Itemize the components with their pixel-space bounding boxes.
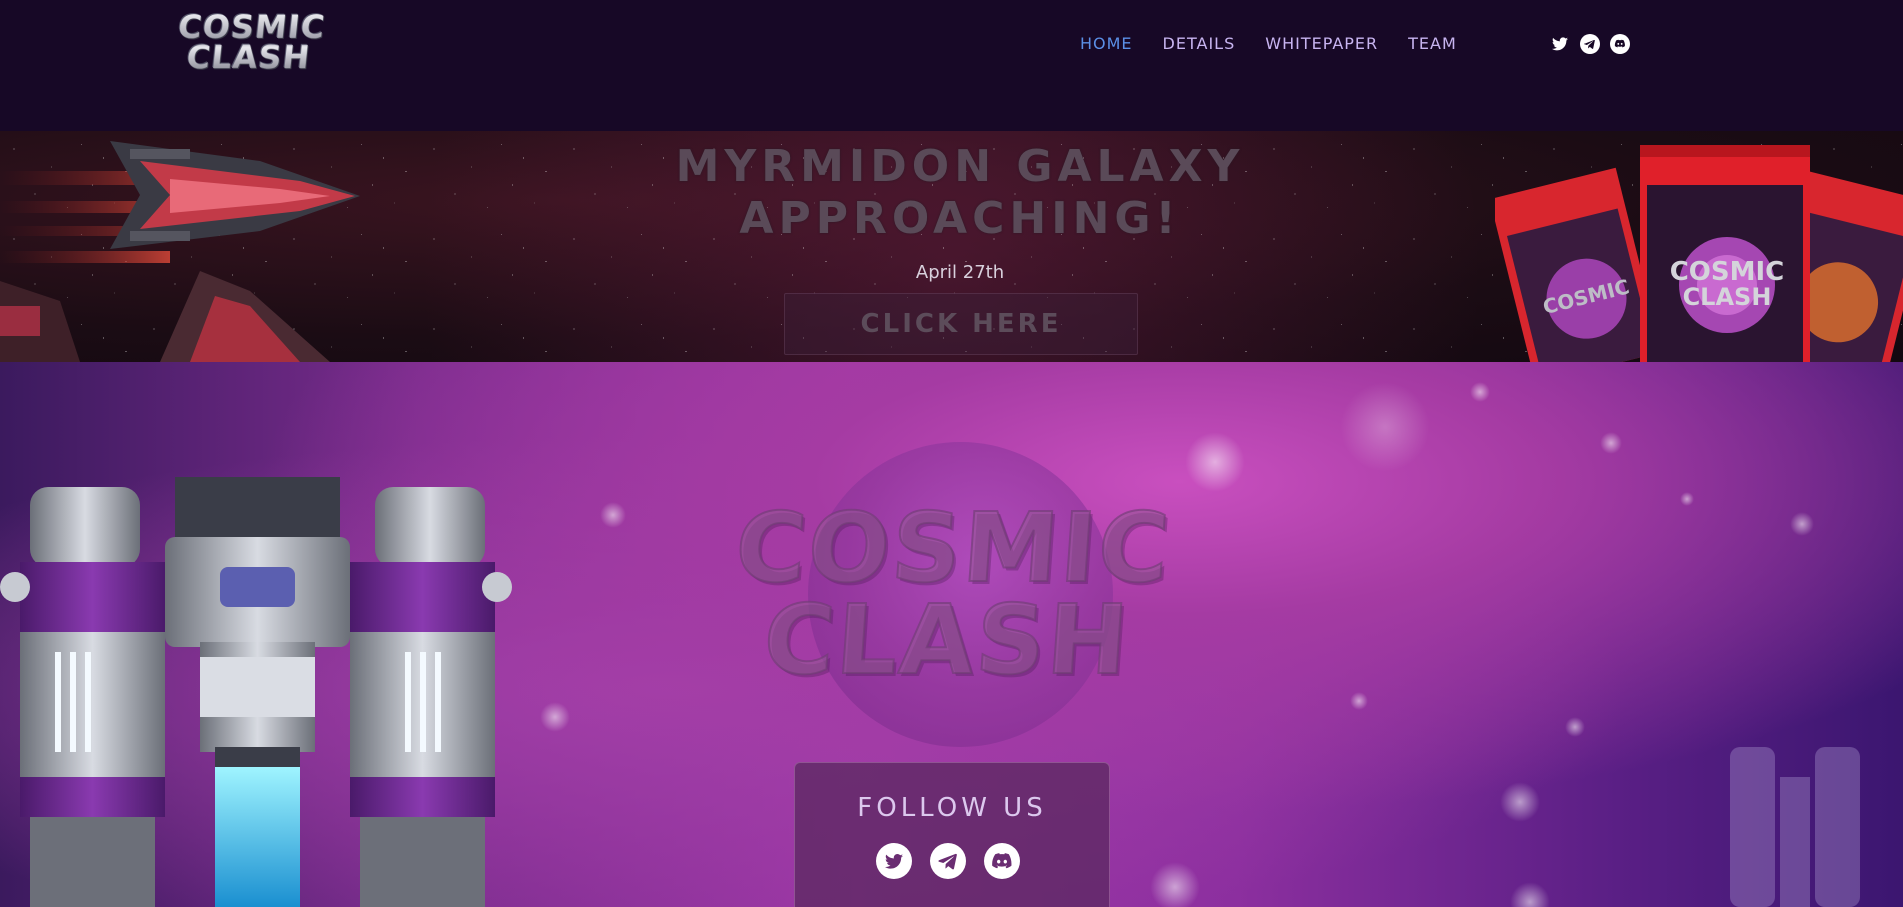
spaceship-illustration [0,141,360,362]
telegram-icon[interactable] [930,843,966,879]
banner-headline-line-1: MYRMIDON GALAXY [675,141,1245,192]
hero-section: COSMIC CLASH FOLLOW US [0,362,1903,907]
nav-item-team[interactable]: TEAM [1408,34,1457,56]
discord-icon[interactable] [984,843,1020,879]
nav-item-whitepaper[interactable]: WHITEPAPER [1265,34,1378,56]
nav-item-home[interactable]: HOME [1080,34,1133,56]
hero-logo-line-1: COSMIC [731,491,1176,605]
site-logo[interactable]: COSMIC CLASH [162,12,339,76]
twitter-icon[interactable] [876,843,912,879]
discord-icon[interactable] [1610,34,1630,54]
banner-headline: MYRMIDON GALAXY APPROACHING! [560,141,1360,245]
site-header: COSMIC CLASH HOME DETAILS WHITEPAPER TEA… [0,0,1903,130]
follow-us-card: FOLLOW US [794,762,1110,907]
nav-item-details[interactable]: DETAILS [1163,34,1236,56]
telegram-icon[interactable] [1580,34,1600,54]
banner-date: April 27th [915,262,1005,283]
page: COSMIC CLASH HOME DETAILS WHITEPAPER TEA… [0,0,1903,907]
follow-us-social-links [876,843,1020,879]
hero-logo: COSMIC CLASH [694,491,1207,697]
header-social-links [1550,34,1630,54]
follow-us-title: FOLLOW US [857,793,1047,823]
logo-line-2: CLASH [184,38,313,76]
main-nav: HOME DETAILS WHITEPAPER TEAM [1080,34,1487,56]
twitter-icon[interactable] [1550,34,1570,54]
announcement-banner: MYRMIDON GALAXY APPROACHING! April 27th … [0,131,1903,362]
hero-logo-line-2: CLASH [759,583,1134,697]
mech-robot-illustration [0,477,512,907]
card-packs-illustration: COSMIC COSMIC CLASH [1495,145,1903,362]
svg-text:CLASH: CLASH [1683,283,1772,311]
click-here-button[interactable]: CLICK HERE [784,293,1138,355]
faded-mech-silhouette [1730,747,1860,907]
banner-headline-line-2: APPROACHING! [739,193,1181,244]
